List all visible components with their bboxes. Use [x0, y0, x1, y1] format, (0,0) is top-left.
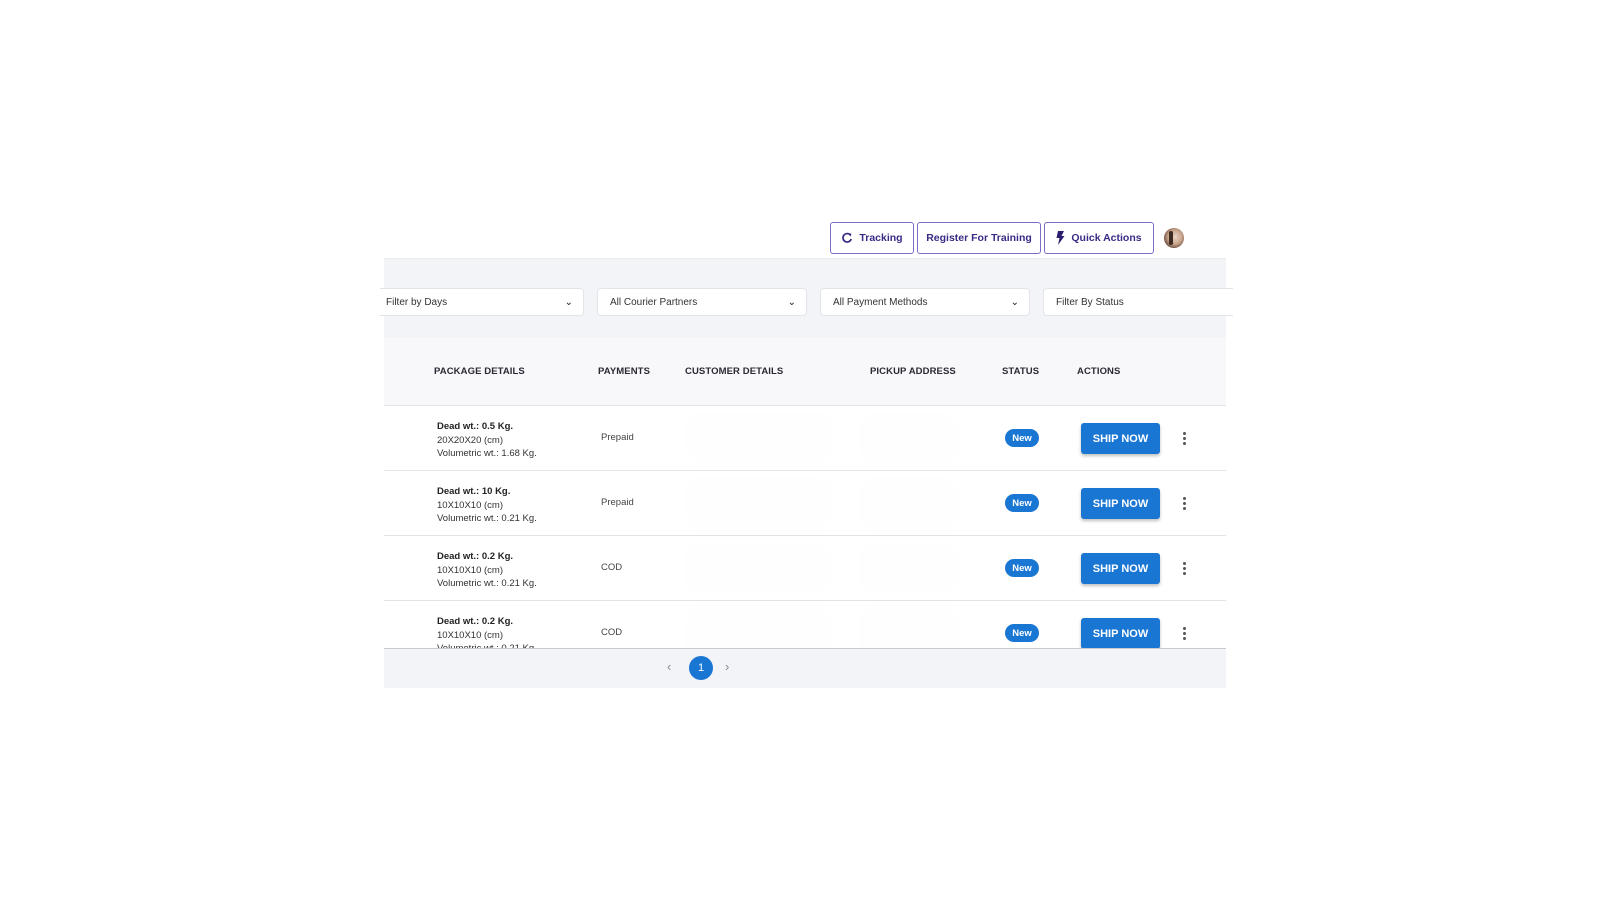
pagination: ‹ 1 ›	[384, 648, 1226, 688]
page-button-current[interactable]: 1	[689, 656, 713, 680]
previous-page-button[interactable]: ‹	[667, 659, 671, 674]
next-page-button[interactable]: ›	[725, 659, 729, 674]
pagination-layer: ‹ 1 ›	[384, 0, 1226, 900]
